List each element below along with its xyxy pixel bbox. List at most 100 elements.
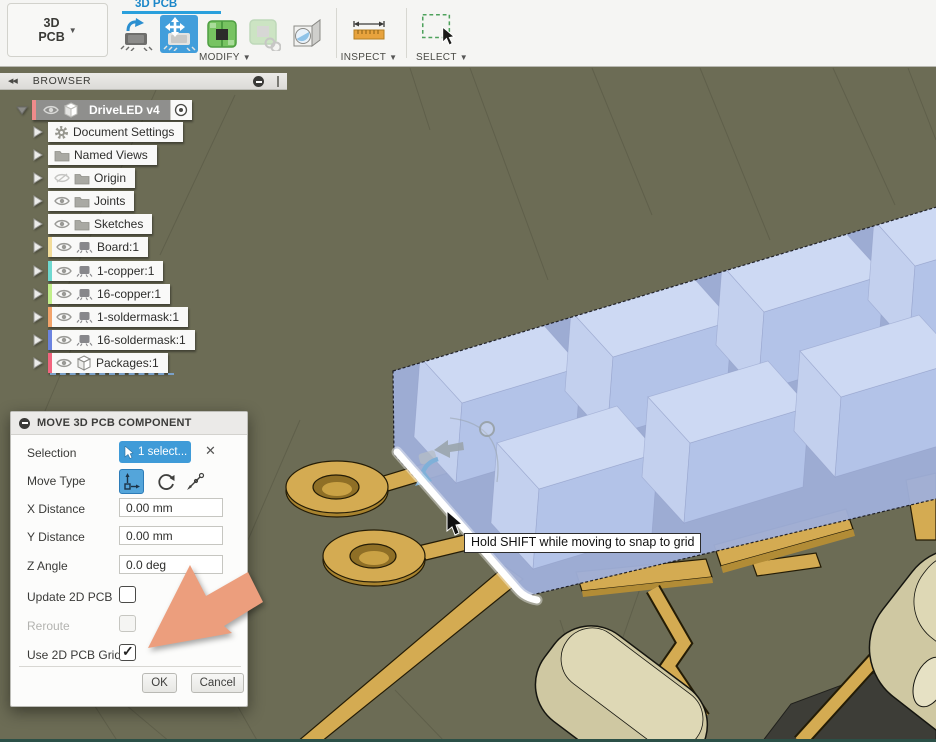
expand-triangle-icon[interactable]: [31, 240, 45, 254]
tree-row-packages[interactable]: Packages:1: [31, 353, 168, 373]
chip-icon: [76, 287, 93, 301]
chip-icon: [76, 333, 93, 347]
update-2d-pcb-checkbox[interactable]: [119, 586, 136, 603]
toolbar-separator: [406, 8, 407, 58]
chevron-down-icon: ▼: [389, 53, 397, 62]
use-2d-pcb-grid-label: Use 2D PCB Grid: [27, 648, 121, 662]
collapse-dialog-icon[interactable]: [19, 418, 30, 429]
expand-triangle-icon[interactable]: [15, 103, 29, 117]
use-2d-pcb-grid-checkbox[interactable]: [119, 644, 136, 661]
chip-icon: [76, 310, 93, 324]
tree-row-joints[interactable]: Joints: [31, 191, 134, 211]
tree-row-16-soldermask[interactable]: 16-soldermask:1: [31, 330, 195, 350]
chip-icon: [76, 264, 93, 278]
expand-triangle-icon[interactable]: [31, 194, 45, 208]
expand-triangle-icon[interactable]: [31, 310, 45, 324]
eye-icon[interactable]: [54, 195, 70, 207]
expand-triangle-icon[interactable]: [31, 333, 45, 347]
active-tab-underline: [122, 11, 221, 14]
folder-icon: [74, 195, 90, 208]
layer-color-bar: [48, 237, 52, 257]
eye-icon[interactable]: [56, 357, 72, 369]
selection-box-icon[interactable]: [418, 10, 456, 48]
collapse-panel-icon[interactable]: ◀◀: [8, 77, 17, 85]
chevron-down-icon: ▼: [69, 26, 77, 35]
component-color-bar: [32, 100, 36, 120]
x-distance-input[interactable]: [119, 498, 223, 517]
expand-triangle-icon[interactable]: [31, 171, 45, 185]
move-type-rotate-button[interactable]: [153, 469, 178, 494]
component-cube-icon: [76, 355, 92, 371]
tree-row-label: 1-copper:1: [97, 264, 154, 278]
move-component-icon[interactable]: [160, 15, 198, 53]
collapse-tree-icon[interactable]: [253, 76, 264, 87]
tree-row-document-settings[interactable]: Document Settings: [31, 122, 183, 142]
workspace-line2: PCB: [38, 30, 64, 44]
eye-icon[interactable]: [56, 288, 72, 300]
expand-triangle-icon[interactable]: [31, 356, 45, 370]
tree-row-named-views[interactable]: Named Views: [31, 145, 157, 165]
cancel-button[interactable]: Cancel: [191, 673, 244, 693]
tree-row-board[interactable]: Board:1: [31, 237, 148, 257]
expand-triangle-icon[interactable]: [31, 264, 45, 278]
eye-hidden-icon[interactable]: [54, 172, 70, 184]
y-distance-input[interactable]: [119, 526, 223, 545]
tree-row-label: 16-soldermask:1: [97, 333, 186, 347]
layer-color-bar: [48, 261, 52, 281]
tree-row-label: Origin: [94, 171, 126, 185]
workspace-switcher-button[interactable]: 3D PCB ▼: [7, 3, 108, 57]
eye-icon[interactable]: [54, 218, 70, 230]
modify-menu[interactable]: MODIFY ▼: [183, 52, 267, 63]
folder-icon: [74, 172, 90, 185]
y-distance-label: Y Distance: [27, 530, 85, 544]
inspect-menu[interactable]: INSPECT ▼: [338, 52, 400, 63]
expand-triangle-icon[interactable]: [31, 148, 45, 162]
move-type-translate-button[interactable]: [119, 469, 144, 494]
select-menu[interactable]: SELECT ▼: [411, 52, 473, 63]
browser-panel-header[interactable]: ◀◀ BROWSER: [0, 73, 287, 90]
eye-icon[interactable]: [56, 311, 72, 323]
linked-board-icon: [245, 15, 283, 53]
tree-row-sketches[interactable]: Sketches: [31, 214, 152, 234]
eye-icon[interactable]: [56, 334, 72, 346]
expand-triangle-icon[interactable]: [31, 217, 45, 231]
through-hole-pad-1[interactable]: [286, 461, 388, 517]
activate-component-radio[interactable]: [170, 100, 192, 120]
tree-row-label: Document Settings: [73, 125, 174, 139]
snap-tooltip: Hold SHIFT while moving to snap to grid: [464, 533, 701, 553]
rotate-component-icon[interactable]: [118, 15, 156, 53]
tab-3d-pcb[interactable]: 3D PCB: [135, 0, 177, 10]
expand-triangle-icon[interactable]: [31, 287, 45, 301]
tree-row-root[interactable]: DriveLED v4: [15, 100, 192, 120]
dialog-header[interactable]: MOVE 3D PCB COMPONENT: [11, 412, 247, 435]
layer-color-bar: [48, 284, 52, 304]
clear-selection-icon[interactable]: ✕: [205, 444, 216, 457]
move-type-label: Move Type: [27, 474, 85, 488]
ok-button[interactable]: OK: [142, 673, 177, 693]
panel-grip[interactable]: [277, 76, 279, 87]
folder-icon: [74, 218, 90, 231]
tree-row-1-soldermask[interactable]: 1-soldermask:1: [31, 307, 188, 327]
tree-row-label: Joints: [94, 194, 125, 208]
eye-icon[interactable]: [56, 265, 72, 277]
browser-title: BROWSER: [33, 75, 91, 87]
board-icon[interactable]: [203, 15, 241, 53]
through-hole-pad-2[interactable]: [323, 530, 425, 586]
tree-row-16-copper[interactable]: 16-copper:1: [31, 284, 170, 304]
section-cube-icon[interactable]: [287, 15, 325, 53]
workspace-line1: 3D: [38, 16, 64, 30]
reroute-label: Reroute: [27, 619, 70, 633]
z-angle-label: Z Angle: [27, 559, 68, 573]
eye-icon[interactable]: [43, 104, 59, 116]
z-angle-input[interactable]: [119, 555, 223, 574]
move-3d-pcb-component-dialog: MOVE 3D PCB COMPONENT Selection 1 select…: [10, 411, 248, 707]
cursor-icon: [124, 446, 134, 459]
tree-row-1-copper[interactable]: 1-copper:1: [31, 261, 163, 281]
measure-ruler-icon[interactable]: [350, 12, 388, 50]
move-type-point-to-point-button[interactable]: [182, 469, 207, 494]
eye-icon[interactable]: [56, 241, 72, 253]
tree-row-origin[interactable]: Origin: [31, 168, 135, 188]
expand-triangle-icon[interactable]: [31, 125, 45, 139]
selection-chip-button[interactable]: 1 select...: [119, 441, 191, 463]
component-color-bar: [48, 353, 52, 373]
